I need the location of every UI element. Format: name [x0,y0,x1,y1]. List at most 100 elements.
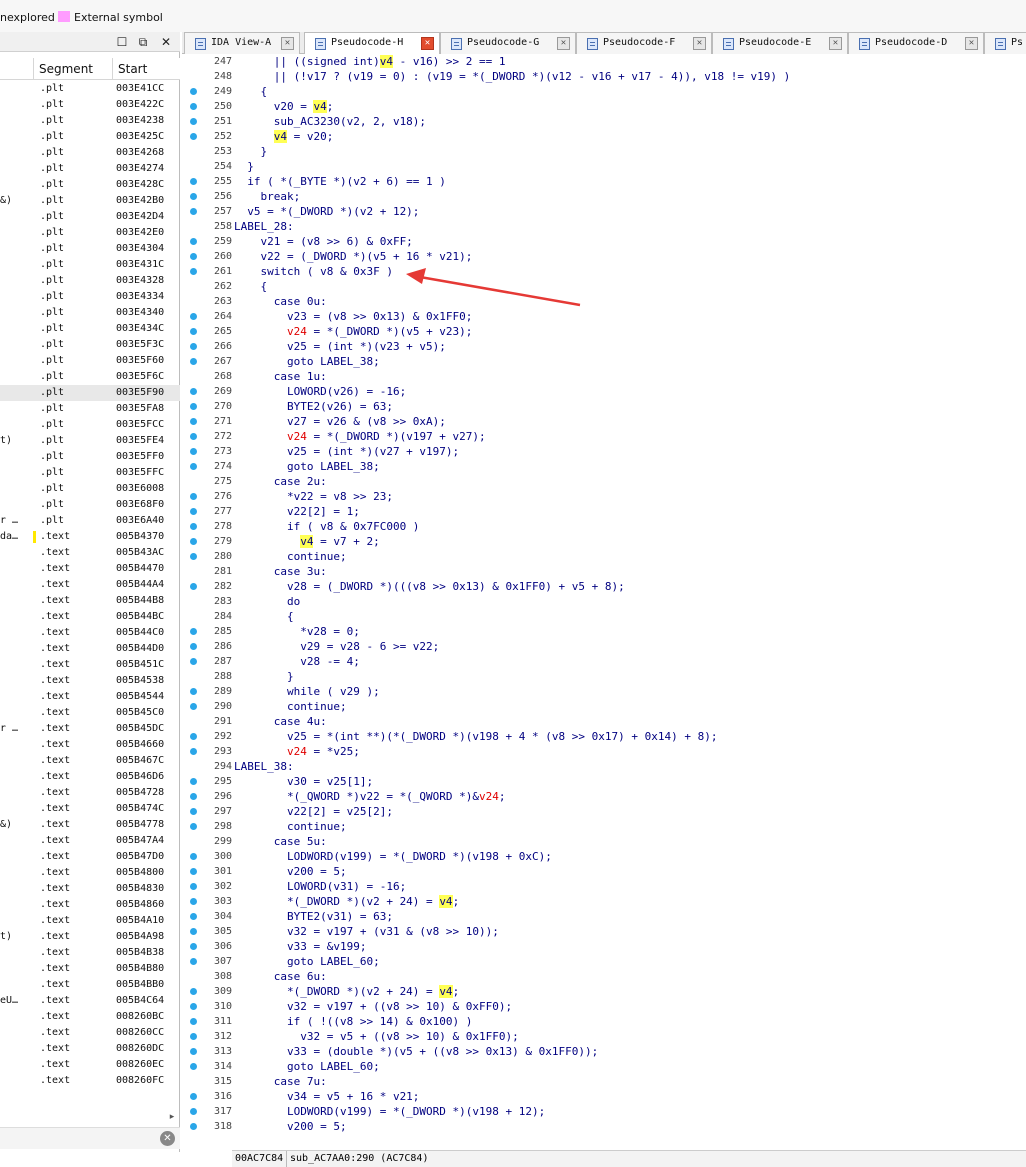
code-line[interactable]: 296 *(_QWORD *)v22 = *(_QWORD *)&v24; [182,789,1026,804]
tab-pseudocode-g[interactable]: Pseudocode-G ✕ [440,32,576,54]
code-line[interactable]: 269 LOWORD(v26) = -16; [182,384,1026,399]
code-line[interactable]: 281 case 3u: [182,564,1026,579]
breakpoint-dot-icon[interactable] [190,253,197,260]
code-line[interactable]: 264 v23 = (v8 >> 0x13) & 0x1FF0; [182,309,1026,324]
clear-filter-icon[interactable]: ✕ [160,1131,175,1146]
function-row[interactable]: .text 008260BC [0,1009,180,1025]
code-line[interactable]: 292 v25 = *(int **)(*(_DWORD *)(v198 + 4… [182,729,1026,744]
breakpoint-dot-icon[interactable] [190,433,197,440]
code-line[interactable]: 263 case 0u: [182,294,1026,309]
code-line[interactable]: 308 case 6u: [182,969,1026,984]
code-line[interactable]: 270 BYTE2(v26) = 63; [182,399,1026,414]
code-line[interactable]: 275 case 2u: [182,474,1026,489]
breakpoint-dot-icon[interactable] [190,1108,197,1115]
code-line[interactable]: 297 v22[2] = v25[2]; [182,804,1026,819]
function-row[interactable]: .text 005B4538 [0,673,180,689]
breakpoint-dot-icon[interactable] [190,853,197,860]
breakpoint-dot-icon[interactable] [190,328,197,335]
breakpoint-dot-icon[interactable] [190,913,197,920]
breakpoint-dot-icon[interactable] [190,1123,197,1130]
function-row[interactable]: t) .plt 003E5FE4 [0,433,180,449]
code-line[interactable]: 311 if ( !((v8 >> 14) & 0x100) ) [182,1014,1026,1029]
function-row[interactable]: &) .text 005B4778 [0,817,180,833]
breakpoint-dot-icon[interactable] [190,508,197,515]
breakpoint-dot-icon[interactable] [190,958,197,965]
breakpoint-dot-icon[interactable] [190,583,197,590]
code-line[interactable]: 313 v33 = (double *)(v5 + ((v8 >> 0x13) … [182,1044,1026,1059]
function-row[interactable]: .plt 003E5FFC [0,465,180,481]
function-row[interactable]: .plt 003E5F90 [0,385,180,401]
breakpoint-dot-icon[interactable] [190,823,197,830]
code-line[interactable]: 252 v4 = v20; [182,129,1026,144]
breakpoint-dot-icon[interactable] [190,808,197,815]
function-row[interactable]: .text 008260DC [0,1041,180,1057]
breakpoint-dot-icon[interactable] [190,778,197,785]
breakpoint-dot-icon[interactable] [190,268,197,275]
function-row[interactable]: .text 005B4800 [0,865,180,881]
function-row[interactable]: .plt 003E41CC [0,81,180,97]
code-line[interactable]: 310 v32 = v197 + ((v8 >> 10) & 0xFF0); [182,999,1026,1014]
code-line[interactable]: 260 v22 = (_DWORD *)(v5 + 16 * v21); [182,249,1026,264]
breakpoint-dot-icon[interactable] [190,118,197,125]
code-line[interactable]: 318 v200 = 5; [182,1119,1026,1134]
code-line[interactable]: 309 *(_DWORD *)(v2 + 24) = v4; [182,984,1026,999]
function-row[interactable]: .plt 003E42D4 [0,209,180,225]
column-start[interactable]: Start [118,62,147,76]
code-line[interactable]: 280 continue; [182,549,1026,564]
code-line[interactable]: 255 if ( *(_BYTE *)(v2 + 6) == 1 ) [182,174,1026,189]
breakpoint-dot-icon[interactable] [190,493,197,500]
code-line[interactable]: 312 v32 = v5 + ((v8 >> 10) & 0x1FF0); [182,1029,1026,1044]
function-row[interactable]: .plt 003E5F60 [0,353,180,369]
breakpoint-dot-icon[interactable] [190,418,197,425]
code-line[interactable]: 289 while ( v29 ); [182,684,1026,699]
function-row[interactable]: r … .plt 003E6A40 [0,513,180,529]
tab-pseudocode-h[interactable]: Pseudocode-H ✕ [304,32,440,55]
function-row[interactable]: .plt 003E422C [0,97,180,113]
code-line[interactable]: 268 case 1u: [182,369,1026,384]
function-row[interactable]: .text 005B44A4 [0,577,180,593]
code-line[interactable]: 277 v22[2] = 1; [182,504,1026,519]
code-line[interactable]: 251 sub_AC3230(v2, 2, v18); [182,114,1026,129]
code-line[interactable]: 300 LODWORD(v199) = *(_DWORD *)(v198 + 0… [182,849,1026,864]
code-line[interactable]: 286 v29 = v28 - 6 >= v22; [182,639,1026,654]
breakpoint-dot-icon[interactable] [190,448,197,455]
breakpoint-dot-icon[interactable] [190,133,197,140]
code-line[interactable]: 266 v25 = (int *)(v23 + v5); [182,339,1026,354]
scroll-right-icon[interactable]: ▸ [166,1112,178,1124]
function-row[interactable]: .text 008260CC [0,1025,180,1041]
breakpoint-dot-icon[interactable] [190,313,197,320]
function-row[interactable]: .plt 003E4334 [0,289,180,305]
function-row[interactable]: .plt 003E4304 [0,241,180,257]
function-row[interactable]: .plt 003E425C [0,129,180,145]
function-row[interactable]: .text 005B467C [0,753,180,769]
breakpoint-dot-icon[interactable] [190,943,197,950]
code-line[interactable]: 258 LABEL_28: [182,219,1026,234]
breakpoint-dot-icon[interactable] [190,1048,197,1055]
function-row[interactable]: .text 005B44BC [0,609,180,625]
function-row[interactable]: .text 005B4470 [0,561,180,577]
breakpoint-dot-icon[interactable] [190,898,197,905]
tab-ps[interactable]: Ps [984,32,1026,54]
tab-pseudocode-f[interactable]: Pseudocode-F ✕ [576,32,712,54]
function-row[interactable]: .plt 003E42E0 [0,225,180,241]
function-row[interactable]: .plt 003E431C [0,257,180,273]
restore-icon[interactable]: ☐ [114,34,130,50]
breakpoint-dot-icon[interactable] [190,388,197,395]
function-row[interactable]: .text 005B4BB0 [0,977,180,993]
pseudocode-view[interactable]: 247 || ((signed int)v4 - v16) >> 2 == 12… [182,54,1026,1150]
function-row[interactable]: .text 005B44D0 [0,641,180,657]
float-icon[interactable]: ⧉ [135,34,151,50]
breakpoint-dot-icon[interactable] [190,688,197,695]
code-line[interactable]: 303 *(_DWORD *)(v2 + 24) = v4; [182,894,1026,909]
breakpoint-dot-icon[interactable] [190,703,197,710]
code-line[interactable]: 287 v28 -= 4; [182,654,1026,669]
breakpoint-dot-icon[interactable] [190,238,197,245]
code-line[interactable]: 305 v32 = v197 + (v31 & (v8 >> 10)); [182,924,1026,939]
tab-pseudocode-e[interactable]: Pseudocode-E ✕ [712,32,848,54]
code-line[interactable]: 284 { [182,609,1026,624]
function-row[interactable]: .plt 003E434C [0,321,180,337]
function-row[interactable]: .plt 003E5F6C [0,369,180,385]
breakpoint-dot-icon[interactable] [190,553,197,560]
code-line[interactable]: 295 v30 = v25[1]; [182,774,1026,789]
function-row[interactable]: .text 005B44B8 [0,593,180,609]
